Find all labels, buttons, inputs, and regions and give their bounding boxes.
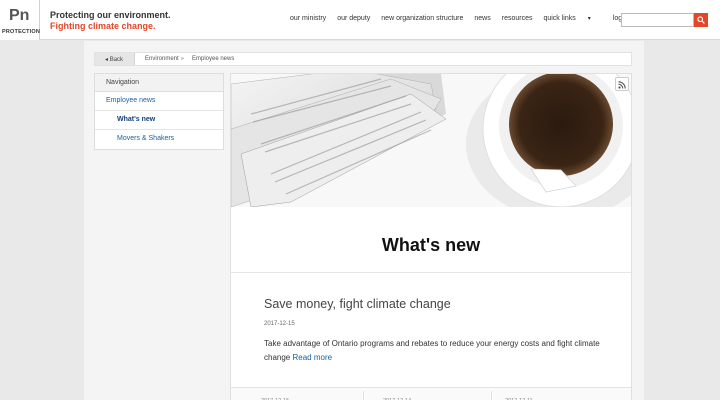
nav-new-organization-structure[interactable]: new organization structure [381,15,463,22]
nav-news[interactable]: news [474,15,490,22]
nav-quick-links[interactable]: quick links ▾ [543,15,601,22]
read-more-link[interactable]: Read more [292,353,332,362]
nav-resources[interactable]: resources [502,15,533,22]
breadcrumb-environment[interactable]: Environment [145,56,179,62]
newspaper-coffee-illustration [231,74,631,207]
rss-button[interactable] [615,77,629,91]
logo-subtitle: PROTECTION [2,29,41,35]
back-label: Back [109,57,124,63]
sidebar-item-employee-news[interactable]: Employee news [95,92,223,111]
sidebar-heading: Navigation [95,74,223,92]
divider [231,272,631,273]
search-icon [697,16,705,24]
hero-image [231,74,631,207]
page-title: What's new [381,235,481,255]
chevron-down-icon: ▾ [587,16,591,22]
breadcrumb: ◂ Back Environment » Employee news [94,52,632,66]
logo-abbreviation: Pn [9,7,30,24]
sidebar-item-movers-shakers[interactable]: Movers & Shakers [95,130,223,149]
sidebar-navigation: Navigation Employee news What's new Move… [94,73,224,150]
main-nav: our ministry our deputy new organization… [290,15,641,22]
back-button[interactable]: ◂ Back [95,53,135,65]
nav-our-deputy[interactable]: our deputy [337,15,370,22]
logo[interactable]: Pn PROTECTION [0,0,40,40]
card-divider [363,391,364,400]
news-cards-row: 2017-12-15 2017-12-14 2017-12-11 [231,387,631,400]
card-divider [491,391,492,400]
rss-icon [618,81,626,89]
article-date: 2017-12-15 [264,321,295,327]
article-title[interactable]: Save money, fight climate change [264,297,451,311]
tagline-primary: Protecting our environment. [50,10,171,20]
main-content: What's new Save money, fight climate cha… [230,73,632,400]
sidebar-item-whats-new[interactable]: What's new [95,111,223,130]
site-header: Pn PROTECTION Protecting our environment… [0,0,720,40]
article-summary: Take advantage of Ontario programs and r… [264,337,604,364]
search-button[interactable] [694,13,708,27]
breadcrumb-separator: » [181,56,184,62]
tagline-secondary: Fighting climate change. [50,21,156,31]
breadcrumb-employee-news[interactable]: Employee news [192,56,234,62]
search-input[interactable] [621,13,694,27]
nav-our-ministry[interactable]: our ministry [290,15,326,22]
nav-quick-links-label: quick links [543,15,576,22]
